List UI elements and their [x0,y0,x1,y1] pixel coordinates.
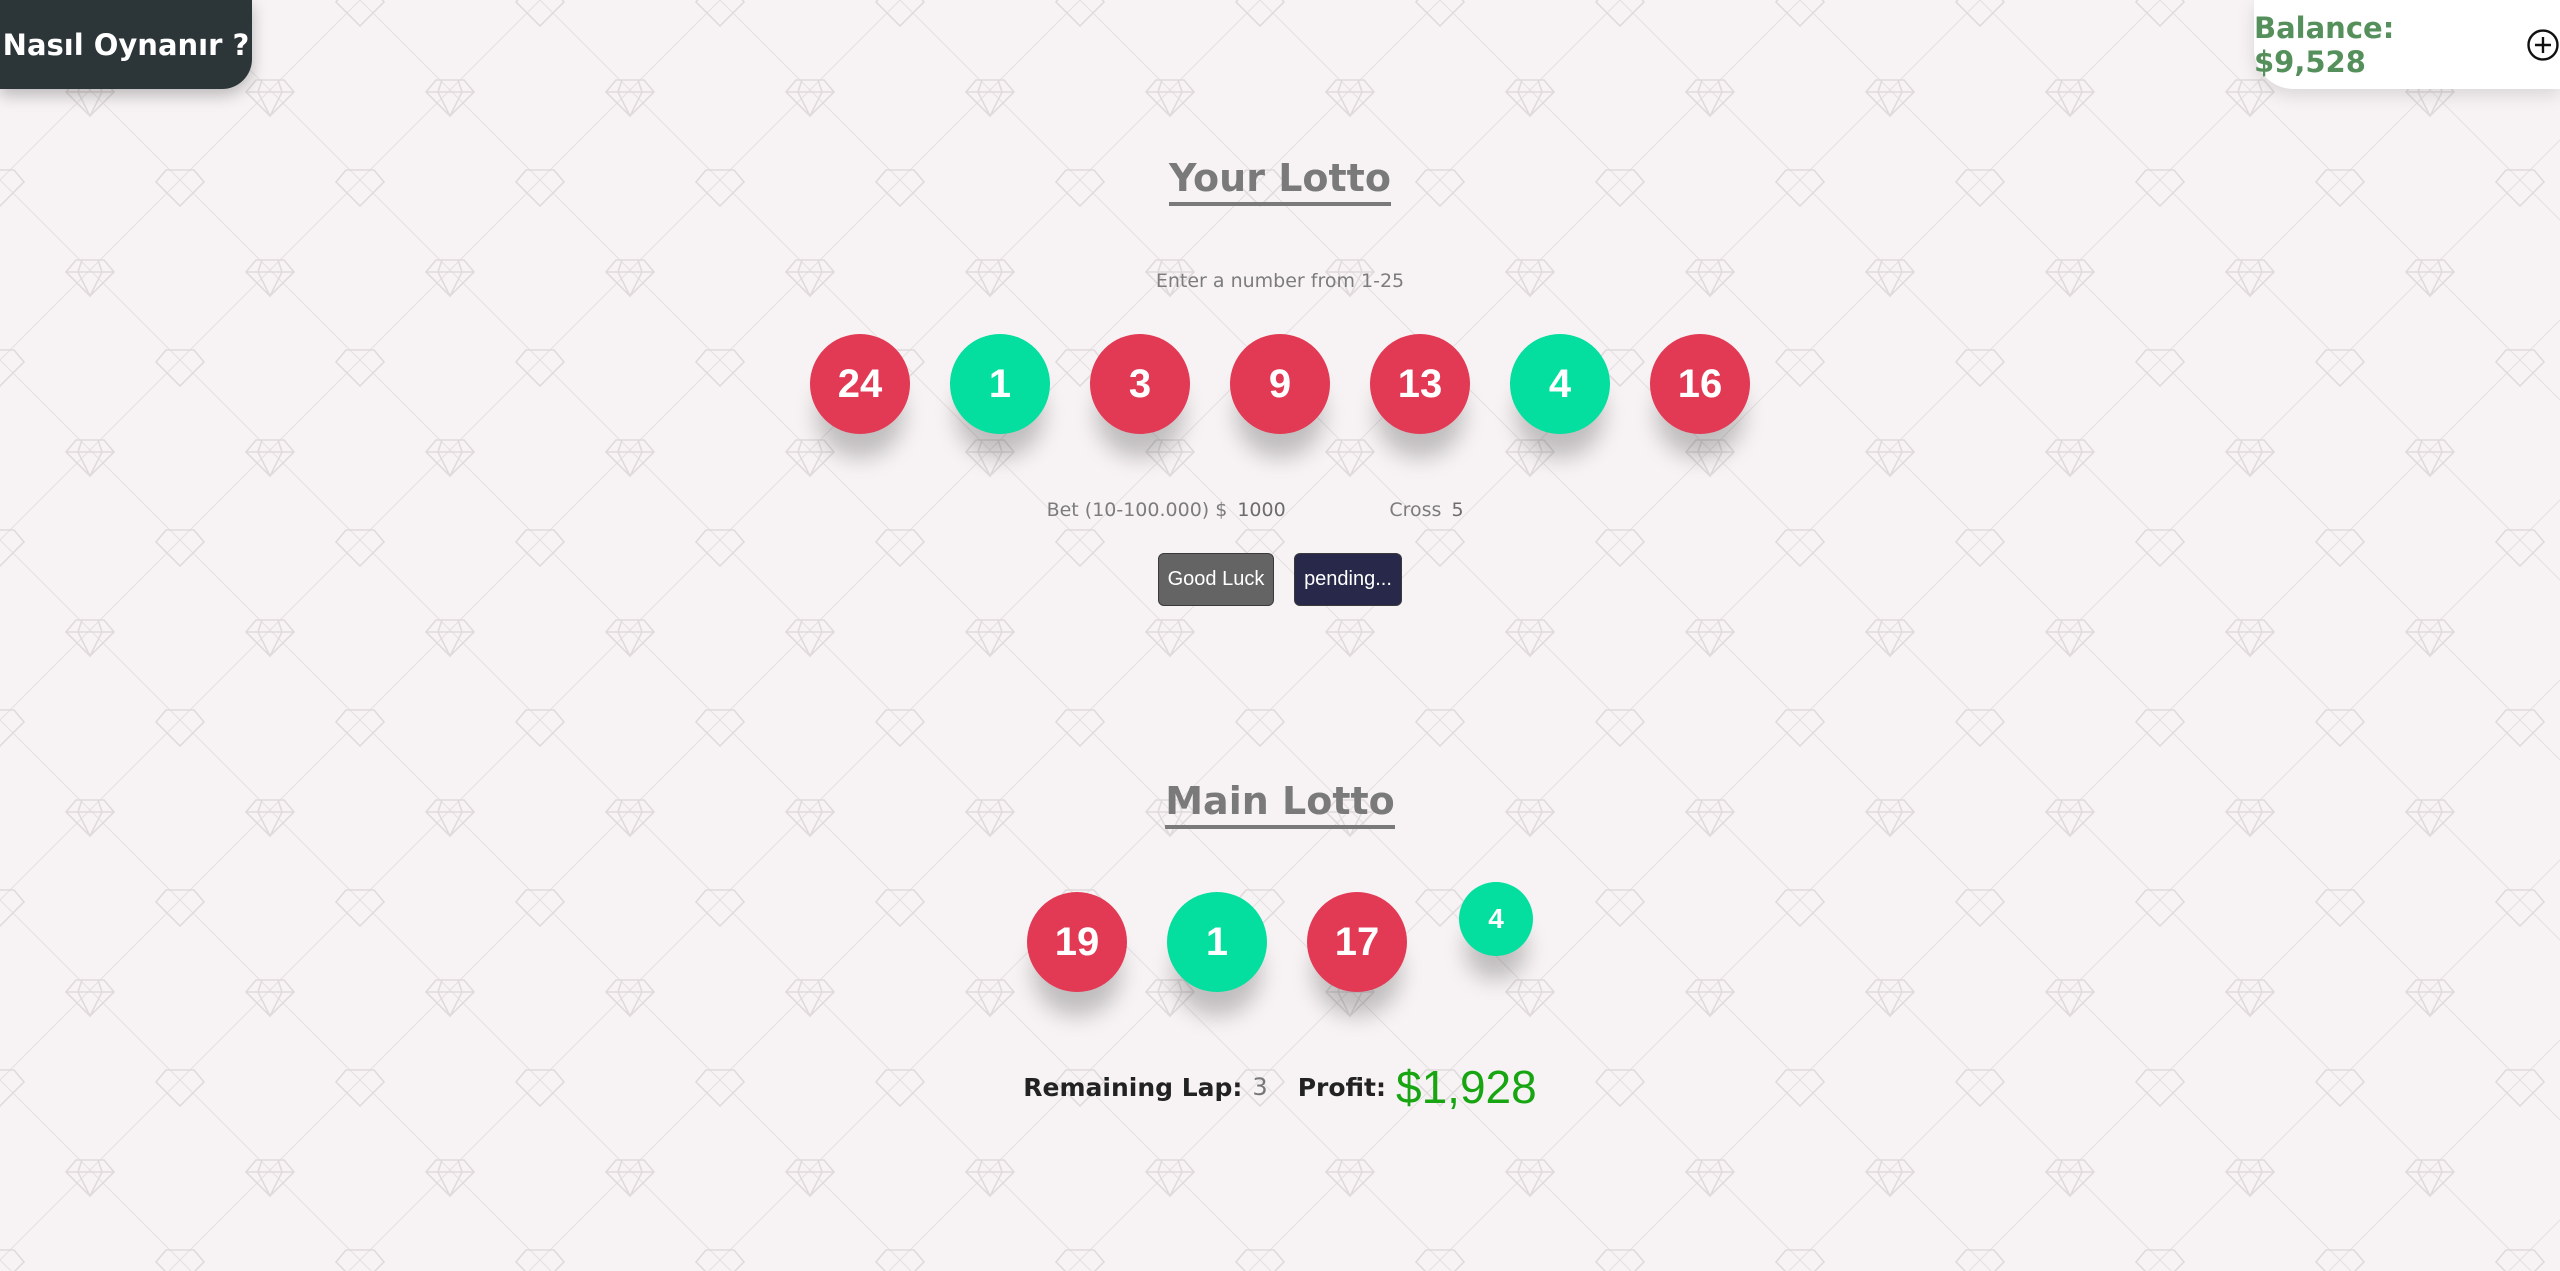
your-lotto-balls: 24 1 3 9 13 4 16 [0,334,2560,434]
lotto-ball[interactable]: 13 [1370,334,1470,434]
plus-circle-icon[interactable] [2526,28,2560,62]
cross-input[interactable] [1449,498,1514,522]
bet-input[interactable] [1235,498,1360,522]
game-stats: Remaining Lap: 3 Profit: $1,928 [0,1060,2560,1114]
main-lotto-ball: 1 [1167,892,1267,992]
main-lotto-ball: 17 [1307,892,1407,992]
your-lotto-title: Your Lotto [1169,157,1391,206]
bet-row: Bet (10-100.000) $ Cross [0,498,2560,522]
remaining-lap-label: Remaining Lap: [1023,1072,1243,1102]
main-lotto-ball-drawing: 4 [1459,882,1533,956]
bet-label: Bet (10-100.000) $ [1046,499,1228,521]
balance-text: Balance: $9,528 [2254,10,2395,79]
balance-panel: Balance: $9,528 [2254,0,2560,89]
pending-button[interactable]: pending... [1294,553,1402,606]
lotto-ball[interactable]: 3 [1090,334,1190,434]
number-range-hint: Enter a number from 1-25 [1155,270,1405,292]
main-lotto-balls: 19 1 17 4 [0,882,2560,992]
lotto-ball[interactable]: 16 [1650,334,1750,434]
how-to-play-button[interactable]: Nasıl Oynanır ? [0,0,252,89]
lotto-ball[interactable]: 4 [1510,334,1610,434]
cross-label: Cross [1389,499,1442,521]
remaining-lap-value: 3 [1252,1073,1268,1101]
main-lotto-title-wrap: Main Lotto [0,780,2560,829]
main-lotto-ball: 19 [1027,892,1127,992]
profit-label: Profit: [1297,1072,1387,1102]
lotto-ball[interactable]: 1 [950,334,1050,434]
lotto-ball[interactable]: 9 [1230,334,1330,434]
main-lotto-title: Main Lotto [1165,780,1395,829]
your-lotto-title-wrap: Your Lotto [0,157,2560,206]
profit-value: $1,928 [1396,1061,1537,1113]
good-luck-button[interactable]: Good Luck [1158,553,1274,606]
lotto-ball[interactable]: 24 [810,334,910,434]
action-buttons: Good Luck pending... [0,553,2560,606]
